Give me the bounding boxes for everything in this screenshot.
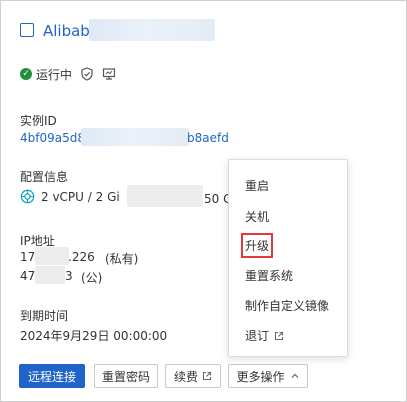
remote-connect-button[interactable]: 远程连接 <box>19 364 85 388</box>
spec-prefix: 2 vCPU / 2 Gi <box>41 189 120 204</box>
redacted-name <box>89 19 215 41</box>
more-actions-menu: 重启 关机 升级 重置系统 制作自定义镜像 退订 <box>228 159 348 357</box>
renew-label: 续费 <box>173 369 198 384</box>
ip-public-suffix: 3 <box>65 269 73 283</box>
ip-private-prefix: 17 <box>20 250 36 264</box>
status-text: 运行中 <box>36 67 73 82</box>
ip-private-suffix: .226 <box>68 250 95 264</box>
expire-value: 2024年9月29日 00:00:00 <box>20 329 168 343</box>
renew-button[interactable]: 续费 <box>165 364 221 388</box>
more-actions-label: 更多操作 <box>236 369 285 384</box>
redacted-ip-private <box>35 247 69 265</box>
ip-private-tag: (私有) <box>105 252 139 266</box>
instance-card: Alibab ✓ 运行中 实例ID 4bf09a5d8 b8aefd 配置信息 … <box>0 0 407 402</box>
unsubscribe-label: 退订 <box>245 329 270 343</box>
instance-id-suffix[interactable]: b8aefd <box>187 131 229 145</box>
menu-item-create-image[interactable]: 制作自定义镜像 <box>245 297 329 314</box>
check-circle-icon: ✓ <box>20 68 32 80</box>
more-actions-button[interactable]: 更多操作 <box>228 364 308 388</box>
spec-label: 配置信息 <box>20 170 69 184</box>
chip-icon <box>20 189 35 204</box>
ip-public-tag: (公) <box>81 271 103 285</box>
instance-id-prefix[interactable]: 4bf09a5d8 <box>20 131 85 145</box>
redacted-ip-public <box>35 266 65 284</box>
chevron-up-icon <box>291 373 298 378</box>
select-checkbox[interactable] <box>20 23 34 37</box>
menu-item-unsubscribe[interactable]: 退订 <box>245 327 284 344</box>
shield-check-icon <box>81 67 93 81</box>
redacted-id <box>81 128 189 146</box>
menu-item-restart[interactable]: 重启 <box>245 177 269 194</box>
instance-id-label: 实例ID <box>20 114 57 128</box>
menu-item-shutdown[interactable]: 关机 <box>245 208 269 225</box>
reset-password-button[interactable]: 重置密码 <box>94 364 158 388</box>
external-link-icon <box>275 331 284 340</box>
expire-label: 到期时间 <box>20 309 69 323</box>
menu-item-reset-system[interactable]: 重置系统 <box>245 267 293 284</box>
monitor-icon <box>102 68 116 80</box>
instance-name[interactable]: Alibab <box>43 22 90 40</box>
external-link-icon <box>203 372 211 380</box>
status-row: ✓ 运行中 <box>20 66 116 82</box>
menu-item-upgrade[interactable]: 升级 <box>240 233 274 258</box>
spec-row: 2 vCPU / 2 Gi <box>20 189 120 204</box>
redacted-spec <box>127 185 203 207</box>
ip-public-prefix: 47 <box>20 269 36 283</box>
